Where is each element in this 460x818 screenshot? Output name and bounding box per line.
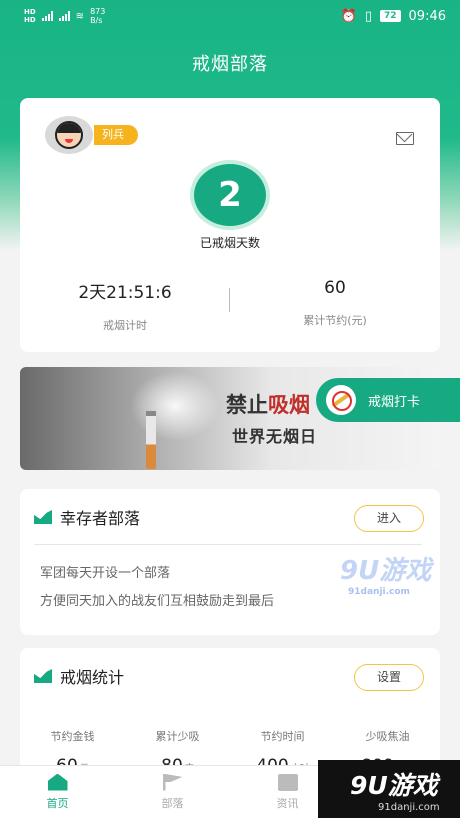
timer-stat: 2天21:51:6 戒烟计时 [20,278,230,333]
flag-icon [162,773,183,791]
cigarette-graphic [146,411,156,469]
clock: 09:46 [408,8,446,24]
tab-home[interactable]: 首页 [0,766,115,818]
home-icon [47,773,68,791]
checkin-button[interactable]: 戒烟打卡 [316,378,460,422]
stat-label: 累计少吸 [155,730,200,743]
no-smoking-icon [326,385,356,415]
saved-stat: 60 累计节约(元) [230,278,440,328]
rank-badge: 列兵 [94,125,138,145]
watermark-logo: 9U游戏 91danji.com [340,556,432,597]
avatar[interactable] [45,116,93,154]
banner-line1-a: 禁止 [226,393,268,417]
news-icon [277,773,298,791]
timer-value: 2天21:51:6 [78,283,172,303]
saved-value: 60 [324,278,346,298]
stats-settings-button[interactable]: 设置 [354,664,424,691]
stats-title: 戒烟统计 [60,668,125,687]
stat-label: 节约时间 [260,730,305,743]
tab-tribe[interactable]: 部落 [115,766,230,818]
mail-icon[interactable] [396,132,414,145]
status-bar: HD HD ≋ 873 B/s ⏰ ▯ 72 09:46 [0,0,460,32]
vibrate-icon: ▯ [364,8,372,24]
saved-label: 累计节约(元) [303,314,367,327]
trend-icon [34,669,52,683]
battery-icon: 72 [380,10,401,22]
quit-summary-card: 列兵 2 已戒烟天数 2天21:51:6 戒烟计时 60 累计节约(元) [20,98,440,352]
watermark-logo-corner: 9U游戏 91danji.com [318,760,460,818]
trend-icon [34,510,52,524]
divider [34,544,422,545]
tribe-desc-2: 方便同天加入的战友们互相鼓励走到最后 [40,594,275,609]
tribe-desc-1: 军团每天开设一个部落 [40,566,171,581]
hd-indicator: HD HD [24,8,36,24]
timer-label: 戒烟计时 [103,319,147,332]
quit-days-label: 已戒烟天数 [199,236,260,250]
enter-tribe-button[interactable]: 进入 [354,505,424,532]
alarm-icon: ⏰ [340,8,357,24]
avatar-face-icon [55,121,83,149]
smoke-graphic [130,371,220,441]
tribe-title: 幸存者部落 [60,509,141,528]
stat-label: 少吸焦油 [365,730,410,743]
net-speed: 873 B/s [90,7,106,25]
banner-line1-b: 吸烟 [268,393,310,417]
signal-icon [41,11,53,21]
banner-line1: 禁止吸烟 [226,389,310,419]
stat-label: 节约金钱 [50,730,95,743]
checkin-label: 戒烟打卡 [368,394,421,410]
page-title: 戒烟部落 [192,54,268,75]
wifi-icon: ≋ [75,10,85,22]
signal-icon-2 [58,11,70,21]
banner-line2: 世界无烟日 [232,427,318,446]
quit-days-circle: 2 [194,164,266,226]
